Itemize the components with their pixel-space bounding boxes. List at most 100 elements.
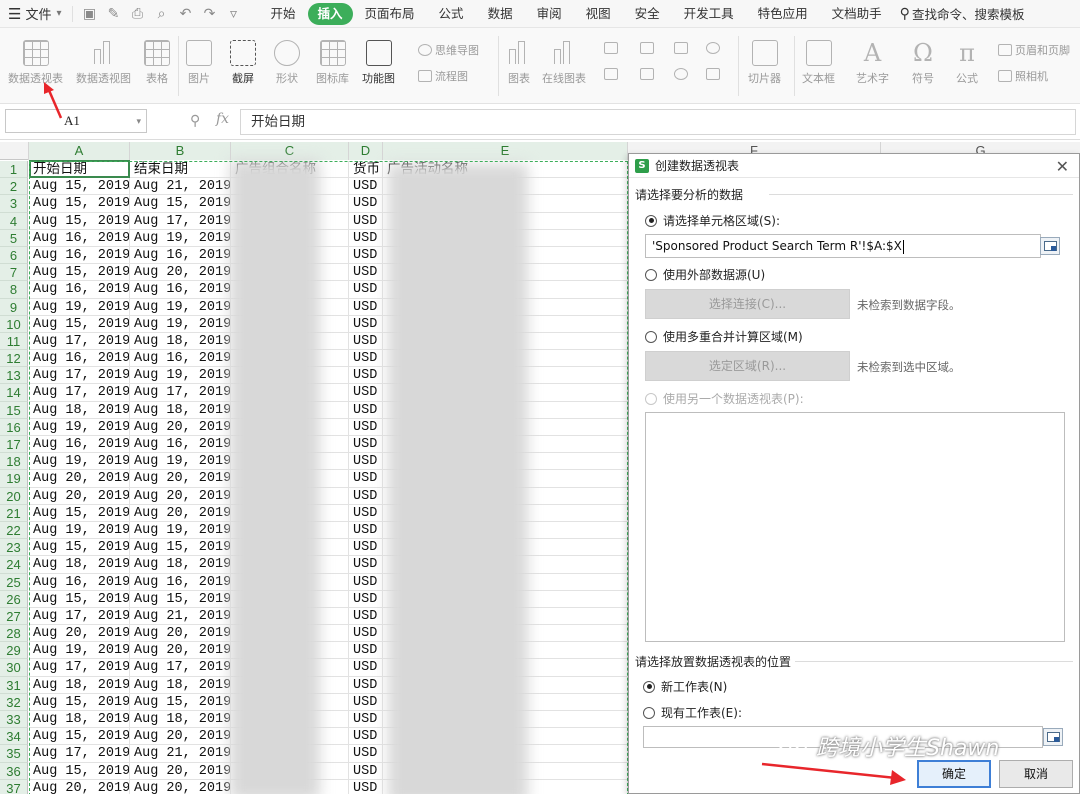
- stock-chart-button[interactable]: [640, 68, 657, 80]
- header-cell-b[interactable]: 结束日期: [130, 161, 231, 179]
- slicer-button[interactable]: 切片器: [748, 40, 781, 86]
- end-date-cell[interactable]: Aug 21, 2019: [130, 745, 231, 763]
- function-chart-button[interactable]: 功能图: [362, 40, 395, 86]
- row-header[interactable]: 14: [0, 384, 28, 402]
- end-date-cell[interactable]: Aug 20, 2019: [130, 625, 231, 643]
- pivot-chart-button[interactable]: 数据透视图: [76, 40, 131, 86]
- radio-multi-consolidate[interactable]: 使用多重合并计算区域(M): [645, 328, 803, 345]
- picture-button[interactable]: 图片: [186, 40, 212, 86]
- currency-cell[interactable]: USD: [349, 229, 383, 247]
- row-header[interactable]: 30: [0, 659, 28, 677]
- end-date-cell[interactable]: Aug 15, 2019: [130, 693, 231, 711]
- end-date-cell[interactable]: Aug 20, 2019: [130, 762, 231, 780]
- end-date-cell[interactable]: Aug 15, 2019: [130, 590, 231, 608]
- undo-icon[interactable]: ↶: [177, 6, 195, 22]
- start-date-cell[interactable]: Aug 15, 2019: [29, 539, 130, 557]
- tab-5[interactable]: 审阅: [525, 3, 574, 25]
- currency-cell[interactable]: USD: [349, 281, 383, 299]
- end-date-cell[interactable]: Aug 20, 2019: [130, 728, 231, 746]
- tab-4[interactable]: 数据: [476, 3, 525, 25]
- currency-cell[interactable]: USD: [349, 453, 383, 471]
- row-header[interactable]: 21: [0, 504, 28, 522]
- row-header[interactable]: 11: [0, 332, 28, 351]
- end-date-cell[interactable]: Aug 21, 2019: [130, 607, 231, 626]
- end-date-cell[interactable]: Aug 19, 2019: [130, 521, 231, 540]
- radio-select-range[interactable]: 请选择单元格区域(S):: [645, 212, 780, 229]
- row-header[interactable]: 9: [0, 298, 28, 316]
- range-picker-icon[interactable]: [1043, 728, 1063, 746]
- row-header[interactable]: 5: [0, 229, 28, 247]
- currency-cell[interactable]: USD: [349, 298, 383, 316]
- cancel-button[interactable]: 取消: [999, 760, 1073, 788]
- row-header[interactable]: 25: [0, 573, 28, 591]
- mind-map-button[interactable]: 思维导图: [418, 42, 479, 58]
- header-cell-a[interactable]: 开始日期: [29, 161, 130, 179]
- tab-2[interactable]: 页面布局: [353, 3, 427, 25]
- row-header[interactable]: 32: [0, 693, 28, 711]
- start-date-cell[interactable]: Aug 17, 2019: [29, 367, 130, 385]
- header-footer-button[interactable]: 页眉和页脚: [998, 42, 1070, 58]
- currency-cell[interactable]: USD: [349, 556, 383, 574]
- online-chart-button[interactable]: 在线图表: [542, 40, 586, 86]
- select-all-corner[interactable]: [0, 142, 29, 160]
- row-header[interactable]: 31: [0, 676, 28, 694]
- start-date-cell[interactable]: Aug 16, 2019: [29, 281, 130, 299]
- currency-cell[interactable]: USD: [349, 401, 383, 419]
- row-header[interactable]: 6: [0, 246, 28, 265]
- textbox-button[interactable]: 文本框: [802, 40, 835, 86]
- column-chart-button[interactable]: [604, 42, 621, 54]
- wordart-button[interactable]: A 艺术字: [856, 40, 889, 86]
- start-date-cell[interactable]: Aug 20, 2019: [29, 487, 130, 505]
- start-date-cell[interactable]: Aug 17, 2019: [29, 384, 130, 402]
- currency-cell[interactable]: USD: [349, 693, 383, 711]
- row-header[interactable]: 1: [0, 161, 28, 179]
- tab-3[interactable]: 公式: [427, 3, 476, 25]
- chart-button[interactable]: 图表: [506, 40, 532, 86]
- zoom-icon[interactable]: ⚲: [190, 113, 200, 129]
- currency-cell[interactable]: USD: [349, 350, 383, 368]
- end-date-cell[interactable]: Aug 17, 2019: [130, 384, 231, 402]
- tab-1[interactable]: 插入: [307, 2, 353, 25]
- start-date-cell[interactable]: Aug 19, 2019: [29, 453, 130, 471]
- currency-cell[interactable]: USD: [349, 470, 383, 488]
- end-date-cell[interactable]: Aug 16, 2019: [130, 350, 231, 368]
- end-date-cell[interactable]: Aug 19, 2019: [130, 367, 231, 385]
- currency-cell[interactable]: USD: [349, 504, 383, 522]
- currency-cell[interactable]: USD: [349, 315, 383, 333]
- tab-9[interactable]: 特色应用: [746, 3, 820, 25]
- formula-input[interactable]: 开始日期: [240, 109, 1076, 135]
- row-header[interactable]: 35: [0, 745, 28, 763]
- currency-cell[interactable]: USD: [349, 332, 383, 351]
- currency-cell[interactable]: USD: [349, 711, 383, 729]
- start-date-cell[interactable]: Aug 19, 2019: [29, 642, 130, 660]
- choose-connection-button[interactable]: 选择连接(C)...: [645, 289, 850, 319]
- end-date-cell[interactable]: Aug 18, 2019: [130, 332, 231, 351]
- row-header[interactable]: 27: [0, 607, 28, 626]
- row-header[interactable]: 34: [0, 728, 28, 746]
- close-icon[interactable]: ✕: [1056, 157, 1069, 176]
- range-picker-icon[interactable]: [1040, 237, 1060, 255]
- currency-cell[interactable]: USD: [349, 246, 383, 265]
- pivot-table-button[interactable]: 数据透视表: [8, 40, 63, 86]
- row-header[interactable]: 10: [0, 315, 28, 333]
- currency-cell[interactable]: USD: [349, 676, 383, 694]
- row-header[interactable]: 12: [0, 350, 28, 368]
- currency-cell[interactable]: USD: [349, 728, 383, 746]
- start-date-cell[interactable]: Aug 16, 2019: [29, 246, 130, 265]
- end-date-cell[interactable]: Aug 20, 2019: [130, 264, 231, 282]
- end-date-cell[interactable]: Aug 18, 2019: [130, 676, 231, 694]
- row-header[interactable]: 7: [0, 264, 28, 282]
- tab-0[interactable]: 开始: [259, 3, 308, 25]
- symbol-button[interactable]: Ω 符号: [912, 40, 934, 86]
- column-header-e[interactable]: E: [383, 142, 628, 160]
- start-date-cell[interactable]: Aug 15, 2019: [29, 728, 130, 746]
- row-header[interactable]: 29: [0, 642, 28, 660]
- end-date-cell[interactable]: Aug 18, 2019: [130, 556, 231, 574]
- currency-cell[interactable]: USD: [349, 607, 383, 626]
- end-date-cell[interactable]: Aug 16, 2019: [130, 246, 231, 265]
- currency-cell[interactable]: USD: [349, 521, 383, 540]
- start-date-cell[interactable]: Aug 15, 2019: [29, 178, 130, 196]
- start-date-cell[interactable]: Aug 15, 2019: [29, 212, 130, 230]
- end-date-cell[interactable]: Aug 20, 2019: [130, 504, 231, 522]
- currency-cell[interactable]: USD: [349, 625, 383, 643]
